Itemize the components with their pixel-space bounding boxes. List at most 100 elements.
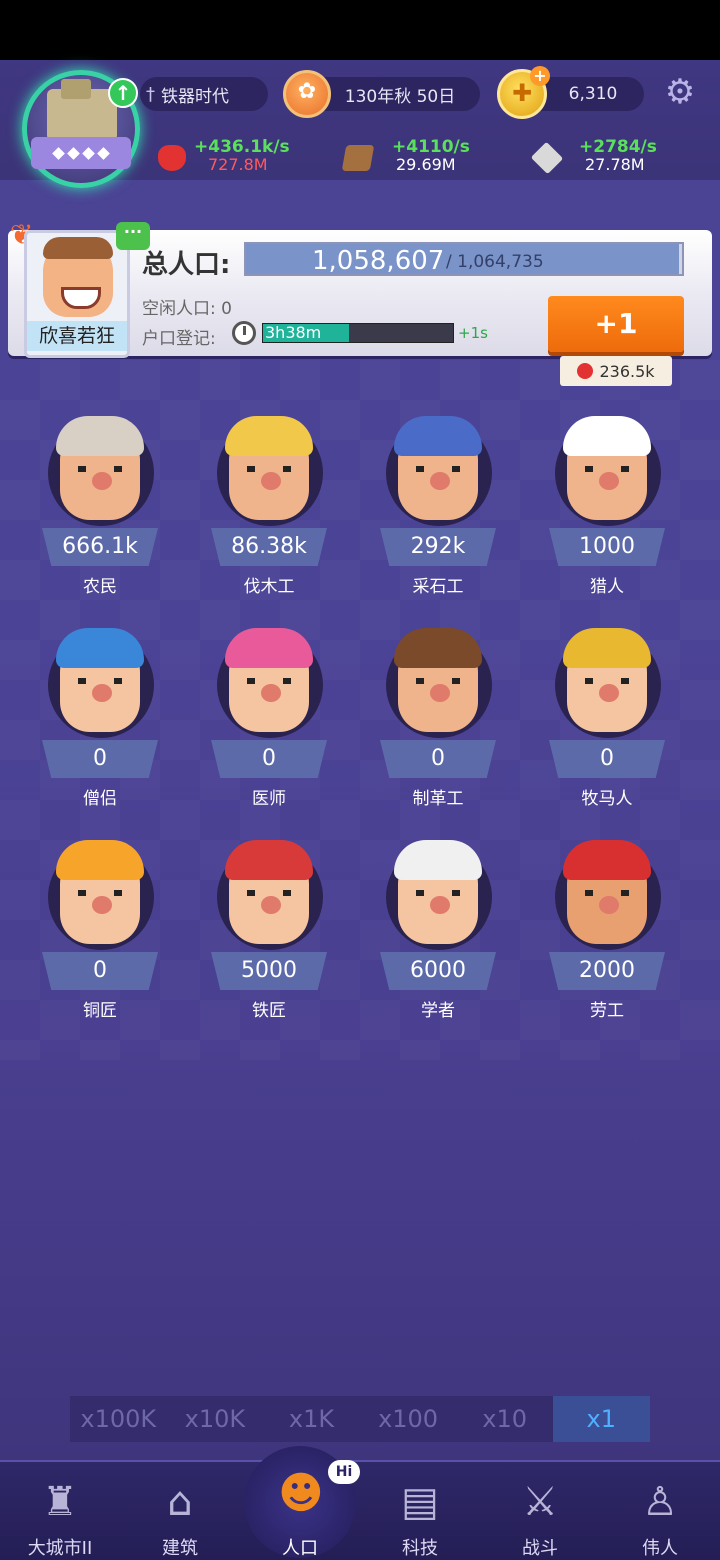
worker-count: 666.1k (62, 534, 138, 559)
multiplier-x1[interactable]: x1 (552, 1396, 650, 1442)
worker-card[interactable]: 6000 学者 (368, 834, 508, 1034)
worker-nose (92, 684, 112, 702)
upgrade-arrow-icon[interactable]: ↑ (108, 78, 138, 108)
worker-count: 86.38k (231, 534, 307, 559)
worker-name: 铜匠 (83, 1001, 117, 1021)
worker-name: 铁匠 (252, 1001, 286, 1021)
total-population-label: 总人口: (142, 250, 231, 280)
worker-count: 0 (93, 958, 107, 983)
registration-label: 户口登记: (142, 329, 216, 349)
multiplier-selector: x100K x10K x1K x100 x10 x1 (70, 1396, 650, 1442)
person-icon: ☻ (278, 1468, 324, 1519)
statue-icon: ♙ (642, 1479, 678, 1525)
worker-nose (599, 472, 619, 490)
worker-hair (225, 840, 313, 880)
nav-battle[interactable]: ⚔ 战斗 (480, 1462, 600, 1560)
nav-population-label: 人口 (282, 1538, 318, 1559)
worker-name: 劳工 (590, 1001, 624, 1021)
worker-name: 医师 (252, 789, 286, 809)
worker-name: 牧马人 (581, 789, 633, 809)
worker-hair (563, 628, 651, 668)
multiplier-x1k[interactable]: x1K (263, 1396, 360, 1442)
coin-amount: 6,310 (568, 84, 618, 104)
nav-buildings[interactable]: ⌂ 建筑 (120, 1462, 240, 1560)
add-population-button[interactable]: +1 (548, 296, 684, 352)
resource-apple: +436.1k/s 727.8M (158, 137, 298, 177)
worker-card[interactable]: 0 僧侣 (30, 622, 170, 822)
multiplier-x10k[interactable]: x10K (167, 1396, 264, 1442)
era-pill[interactable]: † 铁器时代 (140, 77, 268, 111)
worker-name: 制革工 (412, 789, 464, 809)
era-label: 铁器时代 (161, 86, 229, 107)
worker-nose (261, 472, 281, 490)
add-coin-button[interactable]: + (530, 66, 550, 86)
house-icon: ⌂ (167, 1479, 193, 1525)
worker-card[interactable]: 2000 劳工 (537, 834, 677, 1034)
worker-hair (394, 416, 482, 456)
add-population-cost: 236.5k (560, 356, 672, 386)
gear-icon[interactable]: ⚙ (662, 74, 698, 110)
worker-hair (56, 840, 144, 880)
worker-count: 0 (431, 746, 445, 771)
multiplier-x100k[interactable]: x100K (70, 1396, 167, 1442)
worker-name: 学者 (421, 1001, 455, 1021)
worker-nose (599, 896, 619, 914)
worker-hair (56, 416, 144, 456)
wood-amount: 29.69M (396, 155, 456, 174)
swords-icon: ⚔ (522, 1479, 558, 1525)
wood-rate: +4110/s (392, 137, 470, 157)
worker-card[interactable]: 0 牧马人 (537, 622, 677, 822)
worker-nose (92, 896, 112, 914)
worker-card[interactable]: 0 铜匠 (30, 834, 170, 1034)
stone-amount: 27.78M (585, 155, 645, 174)
castle-icon: ♜ (42, 1479, 78, 1525)
mood-label: 欣喜若狂 (27, 321, 127, 351)
apple-rate: +436.1k/s (194, 137, 290, 157)
nav-city[interactable]: ♜ 大城市II (0, 1462, 120, 1560)
nav-great-people[interactable]: ♙ 伟人 (600, 1462, 720, 1560)
worker-count: 1000 (579, 534, 635, 559)
worker-nose (430, 896, 450, 914)
city-building-icon (47, 79, 117, 141)
worker-count: 0 (600, 746, 614, 771)
autumn-leaf-icon (283, 70, 331, 118)
nav-city-label: 大城市II (27, 1538, 93, 1559)
population-max: / 1,064,735 (446, 252, 544, 272)
worker-card[interactable]: 1000 猎人 (537, 410, 677, 610)
citizen-face-icon (43, 237, 113, 317)
worker-card[interactable]: 292k 采石工 (368, 410, 508, 610)
worker-hair (225, 628, 313, 668)
worker-card[interactable]: 0 医师 (199, 622, 339, 822)
worker-nose (92, 472, 112, 490)
multiplier-x10[interactable]: x10 (456, 1396, 553, 1442)
worker-nose (430, 472, 450, 490)
worker-hair (394, 628, 482, 668)
apple-icon (158, 145, 186, 171)
worker-count: 0 (262, 746, 276, 771)
worker-name: 猎人 (590, 577, 624, 597)
multiplier-x100[interactable]: x100 (360, 1396, 457, 1442)
worker-hair (563, 840, 651, 880)
nav-buildings-label: 建筑 (162, 1538, 198, 1559)
nav-tech[interactable]: ▤ 科技 (360, 1462, 480, 1560)
worker-count: 2000 (579, 958, 635, 983)
worker-card[interactable]: 0 制革工 (368, 622, 508, 822)
worker-hair (394, 840, 482, 880)
worker-name: 采石工 (412, 577, 464, 597)
stone-rate: +2784/s (579, 137, 657, 157)
worker-hair (225, 416, 313, 456)
worker-name: 农民 (83, 577, 117, 597)
worker-card[interactable]: 86.38k 伐木工 (199, 410, 339, 610)
date-label: 130年秋 50日 (344, 86, 456, 107)
nav-battle-label: 战斗 (522, 1538, 558, 1559)
worker-count: 6000 (410, 958, 466, 983)
worker-count: 5000 (241, 958, 297, 983)
apple-amount: 727.8M (208, 155, 268, 174)
mood-avatar[interactable]: 欣喜若狂 (24, 230, 130, 358)
stone-icon (530, 141, 564, 175)
worker-card[interactable]: 5000 铁匠 (199, 834, 339, 1034)
hi-badge: Hi (328, 1460, 360, 1484)
worker-card[interactable]: 666.1k 农民 (30, 410, 170, 610)
worker-name: 伐木工 (243, 577, 295, 597)
sword-icon: † (146, 83, 155, 105)
